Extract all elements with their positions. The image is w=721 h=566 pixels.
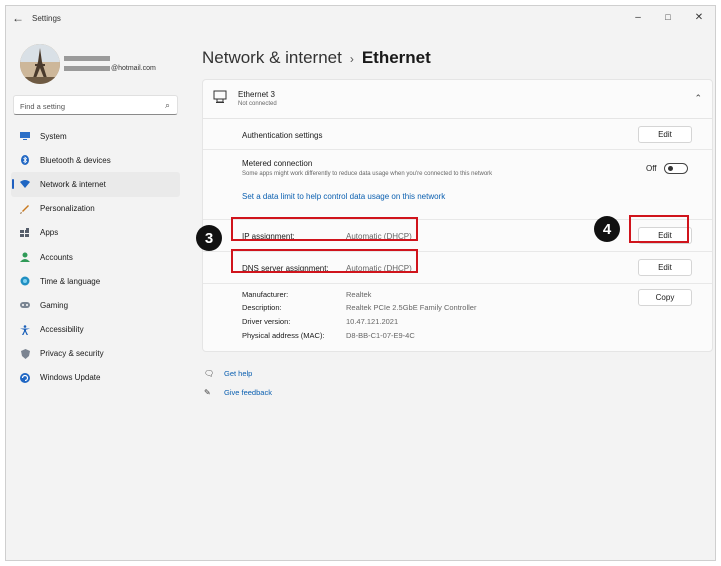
detail-value: D8-BB-C1-07-E9-4C — [346, 331, 415, 340]
detail-key: Physical address (MAC): — [242, 331, 325, 340]
feedback-icon: ✎ — [204, 388, 211, 397]
gamepad-icon — [20, 300, 30, 310]
adapter-name: Ethernet 3 — [238, 90, 275, 99]
get-help-link[interactable]: 🗨 Get help — [204, 369, 252, 378]
app-title: Settings — [32, 14, 61, 23]
refresh-icon — [20, 372, 30, 383]
copy-button[interactable]: Copy — [638, 289, 692, 306]
sidebar-item-personalization[interactable]: Personalization — [6, 197, 186, 221]
breadcrumb-parent[interactable]: Network & internet — [202, 48, 342, 67]
back-arrow-icon[interactable]: ← — [12, 11, 24, 25]
detail-key: Description: — [242, 303, 282, 312]
sidebar-item-system[interactable]: System — [6, 124, 186, 148]
sidebar-item-bluetooth[interactable]: Bluetooth & devices — [6, 148, 186, 172]
sidebar-item-accessibility[interactable]: Accessibility — [6, 318, 186, 342]
data-limit-link[interactable]: Set a data limit to help control data us… — [242, 192, 445, 201]
email-redaction — [64, 65, 110, 71]
shield-icon — [20, 348, 30, 359]
close-button[interactable]: ✕ — [687, 8, 711, 26]
detail-key: Manufacturer: — [242, 290, 289, 299]
maximize-button[interactable]: □ — [656, 8, 680, 26]
dns-edit-button[interactable]: Edit — [638, 259, 692, 276]
eiffel-tower-icon — [20, 44, 60, 84]
adapter-status: Not connected — [238, 101, 277, 107]
metered-connection-row: Metered connection Some apps might work … — [203, 150, 712, 220]
avatar[interactable] — [20, 44, 60, 84]
give-feedback-label: Give feedback — [224, 388, 272, 397]
title-bar: ← Settings – □ ✕ — [6, 6, 715, 32]
detail-value: Realtek — [346, 290, 372, 299]
detail-value: Realtek PCIe 2.5GbE Family Controller — [346, 303, 477, 312]
sidebar-item-label: System — [40, 131, 67, 141]
metered-description: Some apps might work differently to redu… — [242, 171, 493, 177]
sidebar-item-label: Windows Update — [40, 373, 101, 383]
sidebar-item-time-language[interactable]: Time & language — [6, 269, 186, 293]
dns-assignment-highlight — [231, 249, 418, 273]
sidebar-item-label: Bluetooth & devices — [40, 155, 111, 165]
account-name-redacted — [64, 56, 110, 61]
sidebar-item-windows-update[interactable]: Windows Update — [6, 366, 186, 390]
search-placeholder: Find a setting — [20, 102, 66, 111]
sidebar-item-label: Network & internet — [40, 179, 106, 189]
chevron-right-icon: › — [349, 52, 354, 66]
edit-button-highlight — [629, 215, 689, 243]
chevron-up-icon[interactable]: ⌃ — [694, 93, 702, 104]
ip-assignment-highlight — [231, 217, 418, 241]
get-help-label: Get help — [224, 369, 253, 378]
minimize-button[interactable]: – — [626, 8, 650, 26]
sidebar-item-label: Privacy & security — [40, 349, 104, 359]
globe-clock-icon — [20, 276, 30, 286]
wifi-icon — [20, 179, 30, 189]
detail-value: 10.47.121.2021 — [346, 317, 399, 326]
account-email-domain: @hotmail.com — [111, 65, 156, 72]
help-chat-icon: 🗨 — [204, 369, 215, 378]
sidebar-item-network[interactable]: Network & internet — [11, 172, 180, 197]
page-title: Ethernet — [361, 48, 431, 67]
auth-settings-label: Authentication settings — [242, 131, 323, 140]
metered-toggle[interactable] — [664, 163, 688, 174]
sidebar-item-label: Accessibility — [40, 325, 84, 335]
sidebar-item-label: Accounts — [40, 252, 73, 262]
give-feedback-link[interactable]: ✎ Give feedback — [204, 388, 272, 397]
sidebar-item-label: Time & language — [40, 276, 101, 286]
step-badge-3: 3 — [196, 225, 222, 251]
detail-key: Driver version: — [242, 317, 291, 326]
toggle-knob — [668, 166, 673, 171]
person-icon — [20, 252, 30, 263]
sidebar-item-label: Personalization — [40, 204, 95, 214]
account-email: @hotmail.com — [64, 65, 156, 72]
search-input[interactable]: Find a setting ⌕ — [13, 95, 178, 115]
breadcrumb: Network & internet › Ethernet — [202, 48, 431, 68]
search-icon: ⌕ — [164, 100, 170, 110]
metered-label: Metered connection — [242, 159, 313, 168]
sidebar-item-privacy[interactable]: Privacy & security — [6, 342, 186, 366]
monitor-icon — [20, 131, 30, 141]
sidebar-item-gaming[interactable]: Gaming — [6, 293, 186, 317]
sidebar-nav: System Bluetooth & devices Network & int… — [6, 124, 186, 390]
step-badge-4: 4 — [594, 216, 620, 242]
sidebar-item-apps[interactable]: Apps — [6, 221, 186, 245]
brush-icon — [20, 204, 30, 214]
ethernet-port-icon — [213, 90, 227, 103]
sidebar-item-label: Gaming — [40, 300, 69, 310]
metered-toggle-state: Off — [646, 164, 657, 173]
sidebar-item-accounts[interactable]: Accounts — [6, 245, 186, 269]
auth-edit-button[interactable]: Edit — [638, 126, 692, 143]
auth-settings-row: Authentication settings Edit — [203, 119, 712, 150]
apps-icon — [20, 228, 30, 238]
ethernet-card-header[interactable]: Ethernet 3 Not connected ⌃ — [203, 80, 712, 119]
sidebar-item-label: Apps — [40, 228, 59, 238]
settings-window: ← Settings – □ ✕ @hotmail.com Find a set… — [5, 5, 716, 561]
accessibility-icon — [20, 324, 30, 335]
bluetooth-icon — [20, 155, 30, 166]
